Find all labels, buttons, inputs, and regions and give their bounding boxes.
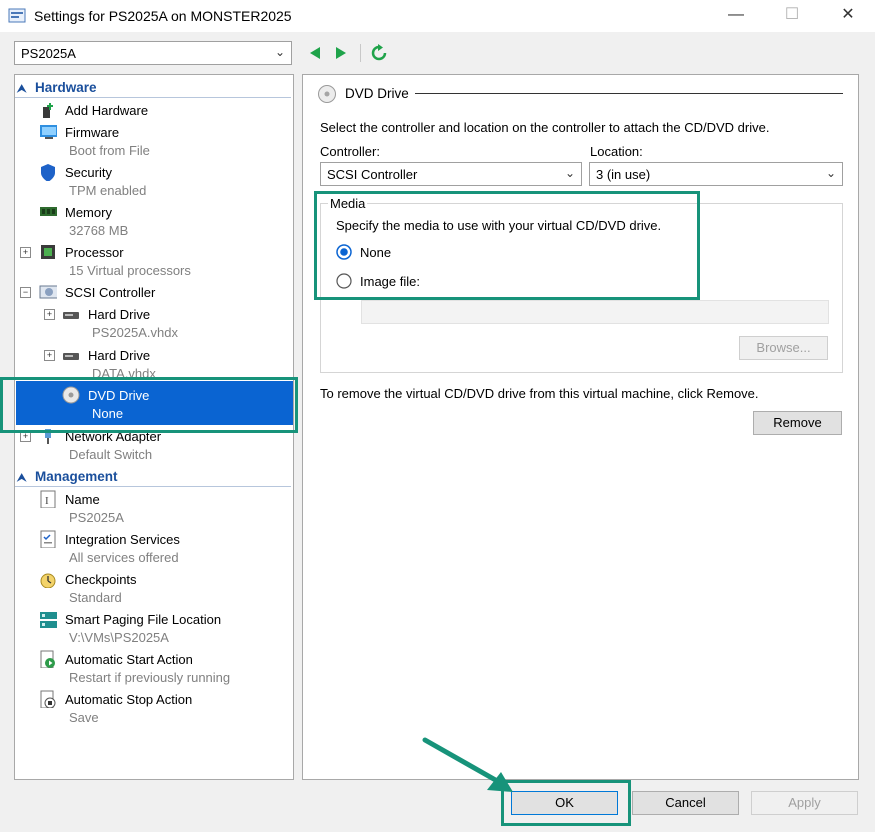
tree-item-label: Firmware (65, 125, 120, 140)
hardware-section-header[interactable]: ⮝ Hardware (17, 80, 97, 96)
tree-item-label: Integration Services (65, 532, 180, 547)
close-button[interactable]: ✕ (826, 0, 870, 30)
panel-heading: DVD Drive (345, 86, 409, 101)
location-select[interactable]: 3 (in use) ⌄ (589, 162, 843, 186)
hard-drive-icon (63, 312, 79, 319)
svg-text:I: I (45, 495, 49, 507)
controller-select[interactable]: SCSI Controller ⌄ (320, 162, 582, 186)
tree-item-sub: Standard (69, 590, 122, 605)
tree-item-label: Memory (65, 205, 112, 220)
remove-instruction: To remove the virtual CD/DVD drive from … (320, 386, 759, 401)
dvd-drive-highlight-box (0, 377, 298, 433)
section-divider (15, 97, 291, 98)
annotation-arrow-icon (422, 737, 513, 792)
image-file-path-input[interactable] (361, 300, 829, 324)
integration-services-icon (40, 530, 56, 548)
tree-item-sub: PS2025A (69, 510, 124, 525)
heading-rule (415, 93, 843, 94)
tree-item-sub: V:\VMs\PS2025A (69, 630, 169, 645)
tree-item-label: Name (65, 492, 100, 507)
expand-icon[interactable]: + (44, 309, 55, 320)
media-highlight-box (314, 191, 700, 300)
refresh-icon[interactable] (370, 44, 388, 62)
details-panel: DVD Drive Select the controller and loca… (302, 74, 859, 780)
settings-window-icon (8, 8, 26, 23)
tree-item-sub: 32768 MB (69, 223, 129, 238)
tree-item-label: Hard Drive (88, 307, 151, 322)
collapse-icon: ⮝ (17, 83, 27, 95)
firmware-icon (40, 125, 57, 139)
location-label: Location: (590, 144, 643, 159)
controller-label: Controller: (320, 144, 380, 159)
tree-item-sub: Restart if previously running (69, 670, 231, 685)
tree-item-label: Smart Paging File Location (65, 612, 222, 627)
vm-selector-value: PS2025A (21, 46, 76, 61)
tree-item-label: Hard Drive (88, 348, 151, 363)
checkpoints-icon (40, 573, 56, 588)
tree-item-label: Automatic Stop Action (65, 692, 193, 707)
collapse-icon: ⮝ (17, 472, 27, 484)
tree-item-sub: TPM enabled (69, 183, 147, 198)
hardware-header-label: Hardware (35, 80, 97, 95)
auto-stop-icon (40, 690, 56, 708)
title-bar: Settings for PS2025A on MONSTER2025 — ☐ … (0, 0, 875, 32)
hard-drive-icon (63, 353, 79, 360)
toolbar-divider (360, 44, 361, 62)
chevron-down-icon: ⌄ (825, 166, 836, 180)
expand-icon[interactable]: + (20, 247, 31, 258)
collapse-icon[interactable]: − (20, 287, 31, 298)
processor-icon (41, 245, 55, 259)
apply-button[interactable]: Apply (751, 791, 858, 815)
window-title: Settings for PS2025A on MONSTER2025 (34, 8, 292, 24)
tree-item-sub: Default Switch (69, 447, 153, 462)
expand-icon[interactable]: + (44, 350, 55, 361)
tree-item-label: Checkpoints (65, 572, 137, 587)
section-divider (15, 486, 291, 487)
shield-icon (41, 164, 55, 181)
management-section-header[interactable]: ⮝ Management (17, 469, 118, 485)
tree-item-label: SCSI Controller (65, 285, 156, 300)
dvd-disc-icon (318, 85, 336, 103)
minimize-button[interactable]: — (714, 0, 758, 30)
vm-selector[interactable]: PS2025A ⌄ (14, 41, 292, 65)
scsi-controller-icon (39, 285, 57, 299)
tree-item-sub: Save (69, 710, 99, 725)
controller-select-value: SCSI Controller (327, 167, 418, 182)
tree-item-sub: PS2025A.vhdx (92, 325, 179, 340)
tree-item-sub: 15 Virtual processors (69, 263, 191, 278)
next-arrow-icon[interactable] (334, 45, 348, 61)
tree-item-label: Automatic Start Action (65, 652, 193, 667)
tree-item-sub: Boot from File (69, 143, 150, 158)
tree-item-label: Processor (65, 245, 124, 260)
smart-paging-icon (40, 612, 57, 628)
tree-item-label: Security (65, 165, 112, 180)
name-icon: I (40, 490, 56, 508)
chevron-down-icon: ⌄ (274, 45, 285, 59)
memory-icon (40, 207, 57, 216)
management-header-label: Management (35, 469, 118, 484)
tree-item-label: Add Hardware (65, 103, 149, 118)
maximize-button[interactable]: ☐ (770, 0, 814, 30)
previous-arrow-icon[interactable] (308, 45, 322, 61)
add-hardware-icon (43, 103, 53, 118)
auto-start-icon (40, 650, 55, 668)
tree-item-sub: All services offered (69, 550, 179, 565)
location-select-value: 3 (in use) (596, 167, 651, 182)
cancel-button[interactable]: Cancel (632, 791, 739, 815)
chevron-down-icon: ⌄ (564, 166, 575, 180)
browse-button[interactable]: Browse... (739, 336, 828, 360)
remove-button[interactable]: Remove (753, 411, 842, 435)
controller-instruction: Select the controller and location on th… (320, 120, 770, 135)
